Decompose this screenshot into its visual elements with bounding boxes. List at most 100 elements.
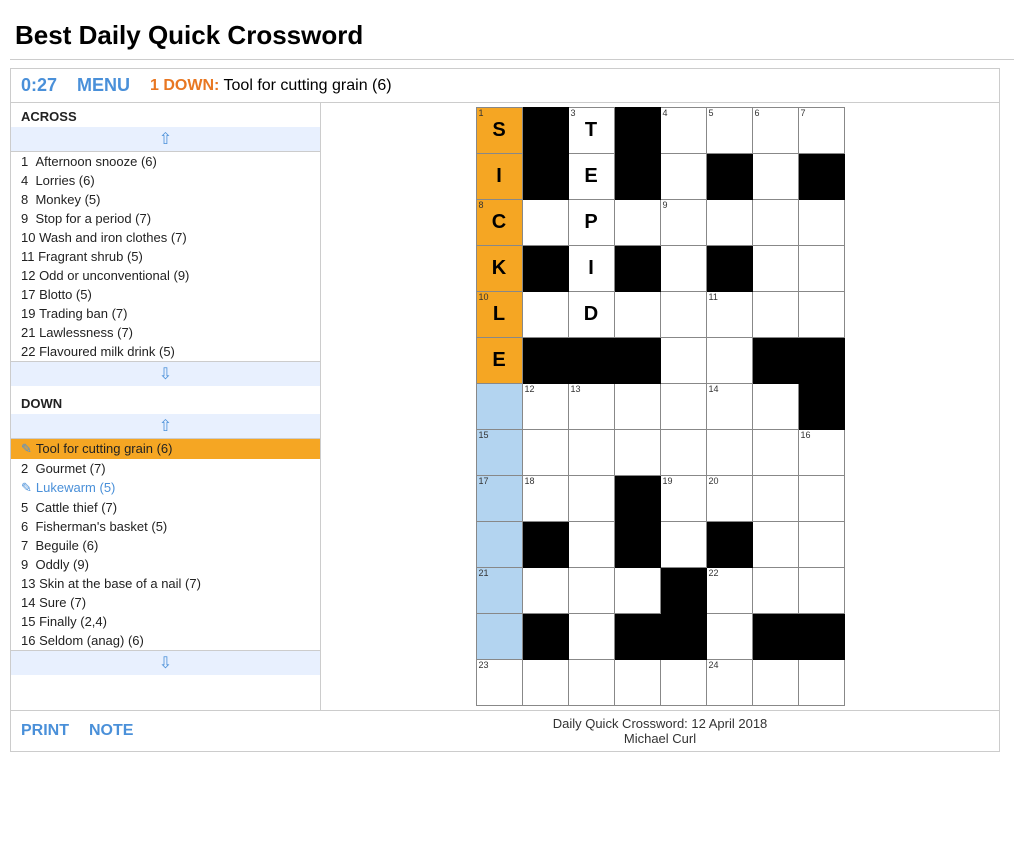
grid-cell[interactable] bbox=[660, 154, 706, 200]
list-item[interactable]: 22 Flavoured milk drink (5) bbox=[11, 342, 320, 361]
grid-cell[interactable] bbox=[568, 476, 614, 522]
grid-cell[interactable] bbox=[752, 154, 798, 200]
grid-cell[interactable] bbox=[568, 430, 614, 476]
grid-cell[interactable]: 16 bbox=[798, 430, 844, 476]
grid-cell[interactable]: 11 bbox=[706, 292, 752, 338]
grid-cell[interactable] bbox=[752, 430, 798, 476]
grid-cell[interactable] bbox=[660, 660, 706, 706]
grid-cell[interactable] bbox=[522, 430, 568, 476]
grid-cell[interactable]: 15 bbox=[476, 430, 522, 476]
note-button[interactable]: NOTE bbox=[89, 722, 133, 740]
list-item[interactable]: 19 Trading ban (7) bbox=[11, 304, 320, 323]
grid-cell[interactable] bbox=[798, 568, 844, 614]
grid-cell[interactable]: 8 C bbox=[476, 200, 522, 246]
grid-cell[interactable] bbox=[798, 660, 844, 706]
grid-cell[interactable] bbox=[798, 476, 844, 522]
list-item[interactable]: 21 Lawlessness (7) bbox=[11, 323, 320, 342]
grid-cell[interactable] bbox=[706, 338, 752, 384]
grid-cell[interactable]: 21 bbox=[476, 568, 522, 614]
grid-cell[interactable] bbox=[476, 522, 522, 568]
grid-cell[interactable] bbox=[660, 246, 706, 292]
grid-cell[interactable]: 3 T bbox=[568, 108, 614, 154]
list-item[interactable]: 5 Cattle thief (7) bbox=[11, 498, 320, 517]
grid-cell[interactable] bbox=[798, 200, 844, 246]
grid-cell[interactable] bbox=[752, 200, 798, 246]
grid-cell[interactable] bbox=[476, 614, 522, 660]
grid-cell[interactable] bbox=[522, 292, 568, 338]
scroll-arrow-down-top[interactable]: ⇧ bbox=[11, 414, 320, 439]
grid-cell[interactable]: 1 S bbox=[476, 108, 522, 154]
grid-cell[interactable] bbox=[660, 384, 706, 430]
grid-cell[interactable]: E bbox=[476, 338, 522, 384]
scroll-arrow-across-top[interactable]: ⇧ bbox=[11, 127, 320, 152]
grid-cell[interactable] bbox=[614, 384, 660, 430]
list-item[interactable]: 16 Seldom (anag) (6) bbox=[11, 631, 320, 650]
list-item[interactable]: 17 Blotto (5) bbox=[11, 285, 320, 304]
grid-cell[interactable] bbox=[752, 292, 798, 338]
grid-cell[interactable]: I bbox=[476, 154, 522, 200]
grid-cell[interactable] bbox=[614, 200, 660, 246]
scroll-arrow-across-bottom[interactable]: ⇩ bbox=[11, 361, 320, 386]
grid-cell[interactable] bbox=[706, 614, 752, 660]
grid-cell[interactable]: 10 L bbox=[476, 292, 522, 338]
grid-cell[interactable]: 17 bbox=[476, 476, 522, 522]
grid-cell[interactable] bbox=[752, 568, 798, 614]
grid-cell[interactable] bbox=[568, 568, 614, 614]
grid-cell[interactable] bbox=[798, 522, 844, 568]
grid-cell[interactable] bbox=[568, 660, 614, 706]
list-item[interactable]: ✎Tool for cutting grain (6) bbox=[11, 439, 320, 459]
grid-cell[interactable] bbox=[752, 246, 798, 292]
grid-cell[interactable] bbox=[752, 522, 798, 568]
grid-cell[interactable]: 12 bbox=[522, 384, 568, 430]
grid-cell[interactable]: 4 bbox=[660, 108, 706, 154]
grid-cell[interactable]: 19 bbox=[660, 476, 706, 522]
grid-cell[interactable] bbox=[752, 660, 798, 706]
list-item[interactable]: 8 Monkey (5) bbox=[11, 190, 320, 209]
print-button[interactable]: PRINT bbox=[21, 722, 69, 740]
grid-cell[interactable]: 14 bbox=[706, 384, 752, 430]
grid-cell[interactable]: 13 bbox=[568, 384, 614, 430]
grid-cell[interactable]: E bbox=[568, 154, 614, 200]
grid-cell[interactable] bbox=[614, 430, 660, 476]
grid-cell[interactable] bbox=[660, 292, 706, 338]
grid-cell[interactable] bbox=[568, 614, 614, 660]
list-item[interactable]: 4 Lorries (6) bbox=[11, 171, 320, 190]
grid-cell[interactable] bbox=[614, 292, 660, 338]
grid-cell[interactable]: 22 bbox=[706, 568, 752, 614]
grid-cell[interactable] bbox=[660, 430, 706, 476]
grid-cell[interactable]: D bbox=[568, 292, 614, 338]
list-item[interactable]: 1 Afternoon snooze (6) bbox=[11, 152, 320, 171]
grid-cell[interactable]: 24 bbox=[706, 660, 752, 706]
list-item[interactable]: 12 Odd or unconventional (9) bbox=[11, 266, 320, 285]
grid-cell[interactable] bbox=[752, 384, 798, 430]
grid-cell[interactable]: 18 bbox=[522, 476, 568, 522]
list-item[interactable]: 9 Oddly (9) bbox=[11, 555, 320, 574]
grid-cell[interactable] bbox=[522, 568, 568, 614]
grid-cell[interactable] bbox=[614, 568, 660, 614]
list-item[interactable]: 13 Skin at the base of a nail (7) bbox=[11, 574, 320, 593]
grid-cell[interactable] bbox=[706, 430, 752, 476]
list-item[interactable]: 6 Fisherman's basket (5) bbox=[11, 517, 320, 536]
grid-cell[interactable] bbox=[614, 660, 660, 706]
grid-cell[interactable]: 9 bbox=[660, 200, 706, 246]
grid-cell[interactable] bbox=[752, 476, 798, 522]
grid-cell[interactable] bbox=[522, 660, 568, 706]
list-item[interactable]: ✎Lukewarm (5) bbox=[11, 478, 320, 498]
grid-cell[interactable] bbox=[522, 200, 568, 246]
grid-cell[interactable] bbox=[476, 384, 522, 430]
list-item[interactable]: 7 Beguile (6) bbox=[11, 536, 320, 555]
grid-cell[interactable] bbox=[706, 200, 752, 246]
list-item[interactable]: 10 Wash and iron clothes (7) bbox=[11, 228, 320, 247]
grid-cell[interactable]: 20 bbox=[706, 476, 752, 522]
grid-cell[interactable] bbox=[660, 522, 706, 568]
grid-cell[interactable]: 5 bbox=[706, 108, 752, 154]
grid-cell[interactable]: K bbox=[476, 246, 522, 292]
list-item[interactable]: 15 Finally (2,4) bbox=[11, 612, 320, 631]
grid-cell[interactable] bbox=[798, 292, 844, 338]
grid-cell[interactable] bbox=[568, 522, 614, 568]
grid-cell[interactable]: P bbox=[568, 200, 614, 246]
menu-button[interactable]: MENU bbox=[77, 75, 130, 96]
grid-cell[interactable] bbox=[798, 246, 844, 292]
list-item[interactable]: 9 Stop for a period (7) bbox=[11, 209, 320, 228]
grid-cell[interactable]: I bbox=[568, 246, 614, 292]
